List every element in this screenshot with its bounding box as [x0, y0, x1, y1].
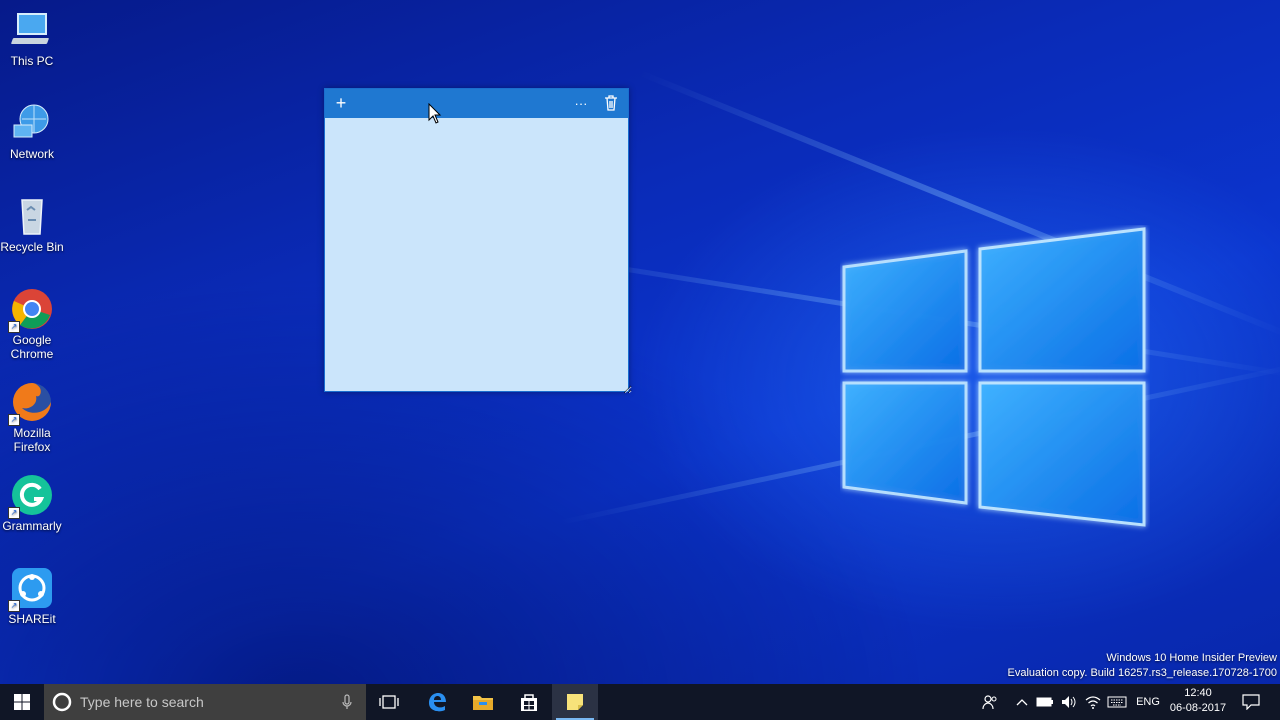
touch-keyboard-button[interactable] [1104, 684, 1130, 720]
mouse-cursor-icon [428, 103, 442, 124]
recycle-bin-icon [10, 194, 54, 238]
battery-icon [1036, 697, 1053, 707]
icon-label-line2: Chrome [10, 347, 54, 361]
store-button[interactable] [506, 684, 552, 720]
volume-icon [1062, 696, 1076, 708]
icon-label: Network [9, 147, 54, 161]
more-icon: ··· [574, 96, 588, 111]
desktop-icon-recycle-bin[interactable]: Recycle Bin [0, 194, 64, 254]
battery-button[interactable] [1034, 684, 1056, 720]
firefox-icon: ↗ [8, 380, 54, 426]
trash-icon [605, 95, 617, 111]
task-view-button[interactable] [368, 684, 410, 720]
chrome-icon: ↗ [8, 287, 54, 333]
shortcut-arrow-icon: ↗ [8, 507, 20, 519]
delete-note-button[interactable] [597, 89, 625, 118]
windows-logo [842, 227, 1146, 527]
file-explorer-icon [473, 696, 493, 710]
desktop-icon-this-pc[interactable]: This PC [0, 8, 64, 68]
clock-time: 12:40 [1184, 687, 1212, 699]
notification-icon [1242, 694, 1260, 710]
note-text-area[interactable] [325, 118, 632, 394]
volume-button[interactable] [1058, 684, 1080, 720]
sticky-notes-button[interactable] [552, 684, 598, 720]
desktop-icon-mozilla-firefox[interactable]: ↗ Mozilla Firefox [0, 380, 64, 454]
menu-button[interactable]: ··· [567, 89, 595, 118]
show-hidden-icons-button[interactable] [1012, 684, 1032, 720]
clock-date: 06-08-2017 [1169, 702, 1227, 714]
desktop-icon-google-chrome[interactable]: ↗ Google Chrome [0, 287, 64, 361]
microphone-icon[interactable] [342, 694, 352, 710]
clock[interactable]: 12:40 06-08-2017 [1166, 686, 1230, 716]
action-center-button[interactable] [1234, 684, 1268, 720]
add-note-button[interactable]: + [327, 89, 355, 118]
edge-icon [429, 693, 446, 712]
search-placeholder: Type here to search [80, 694, 204, 710]
start-button[interactable] [0, 684, 44, 720]
sticky-note-title-bar[interactable]: + ··· [325, 89, 628, 118]
keyboard-icon [1107, 696, 1127, 708]
icon-label-line2: Firefox [13, 440, 51, 454]
search-box[interactable]: Type here to search [44, 684, 366, 720]
desktop-icon-shareit[interactable]: ↗ SHAREit [0, 566, 64, 626]
plus-icon: + [335, 93, 347, 113]
windows-start-icon [14, 694, 30, 710]
wifi-icon [1085, 696, 1101, 709]
edge-button[interactable] [414, 684, 460, 720]
grammarly-icon: ↗ [8, 473, 54, 519]
sticky-note-window[interactable]: + ··· [324, 88, 632, 394]
task-view-icon [379, 695, 399, 709]
icon-label-line1: Mozilla [13, 426, 51, 440]
computer-icon [10, 8, 54, 52]
people-button[interactable] [978, 684, 1002, 720]
icon-label: SHAREit [8, 612, 56, 626]
desktop-icon-grammarly[interactable]: ↗ Grammarly [0, 473, 64, 533]
shortcut-arrow-icon: ↗ [8, 321, 20, 333]
chevron-up-icon [1016, 699, 1028, 706]
taskbar: Type here to search ENG 12:40 06-08-2017 [0, 684, 1280, 720]
shortcut-arrow-icon: ↗ [8, 600, 20, 612]
sticky-notes-icon [567, 694, 583, 710]
wifi-button[interactable] [1082, 684, 1104, 720]
desktop-icon-network[interactable]: Network [0, 101, 64, 161]
watermark-line2: Evaluation copy. Build 16257.rs3_release… [1007, 667, 1278, 679]
language-indicator[interactable]: ENG [1132, 684, 1164, 720]
network-icon [10, 101, 54, 145]
evaluation-watermark: Windows 10 Home Insider Preview Evaluati… [1008, 651, 1278, 681]
icon-label-line1: Google [12, 333, 52, 347]
icon-label: Grammarly [2, 519, 62, 533]
people-icon [982, 695, 997, 710]
icon-label: This PC [10, 54, 54, 68]
cortana-icon [52, 692, 72, 712]
shareit-icon: ↗ [8, 566, 54, 612]
shortcut-arrow-icon: ↗ [8, 414, 20, 426]
watermark-line1: Windows 10 Home Insider Preview [1106, 652, 1277, 664]
file-explorer-button[interactable] [460, 684, 506, 720]
store-icon [521, 694, 537, 711]
icon-label: Recycle Bin [0, 240, 64, 254]
